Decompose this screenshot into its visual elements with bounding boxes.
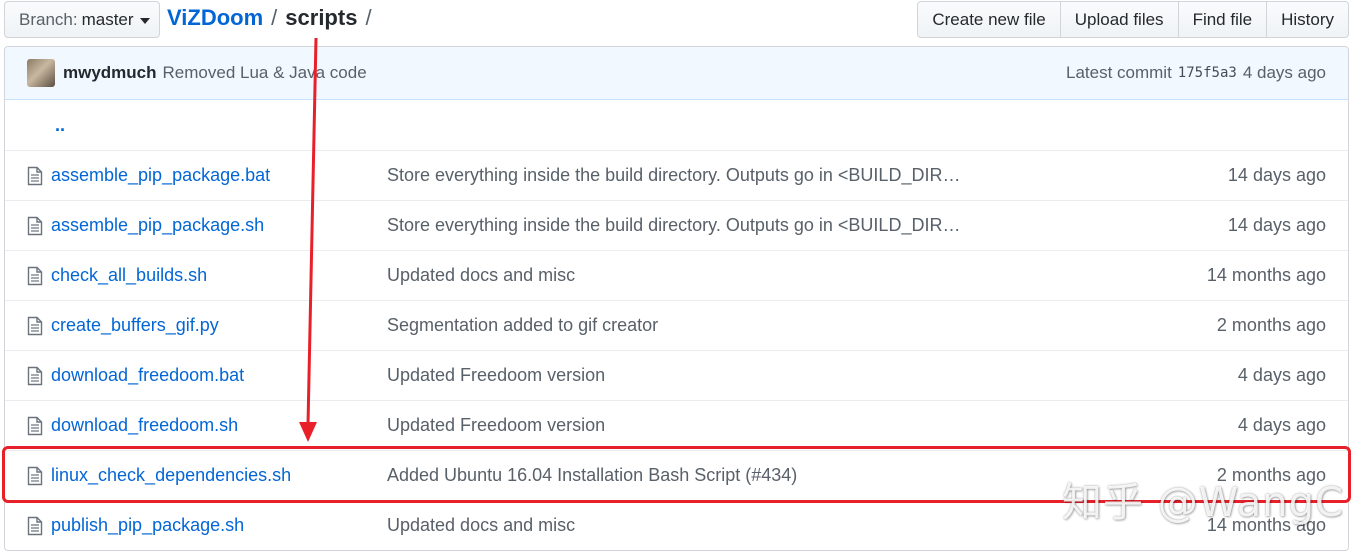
parent-directory-row: .. [5, 100, 1348, 150]
file-icon-cell [5, 516, 51, 536]
file-icon [27, 516, 43, 536]
latest-commit-bar: mwydmuch Removed Lua & Java code Latest … [5, 47, 1348, 100]
find-file-button[interactable]: Find file [1177, 1, 1268, 38]
file-commit-message-link[interactable]: Updated docs and misc [387, 515, 1007, 536]
branch-name: master [81, 9, 134, 29]
file-icon-cell [5, 316, 51, 336]
file-age: 2 months ago [1216, 315, 1326, 335]
caret-down-icon [139, 17, 150, 24]
avatar[interactable] [27, 59, 55, 87]
file-commit-message-link[interactable]: Added Ubuntu 16.04 Installation Bash Scr… [387, 465, 1007, 486]
commit-author-link[interactable]: mwydmuch [63, 63, 157, 83]
file-name-link[interactable]: assemble_pip_package.sh [51, 215, 387, 236]
file-icon [27, 166, 43, 186]
commit-message-link[interactable]: Removed Lua & Java code [163, 63, 367, 83]
file-age: 14 months ago [1206, 515, 1326, 535]
file-name-link[interactable]: linux_check_dependencies.sh [51, 465, 387, 486]
branch-label: Branch: [19, 9, 78, 29]
file-age: 14 months ago [1206, 265, 1326, 285]
file-row: publish_pip_package.sh Updated docs and … [5, 500, 1348, 550]
breadcrumb-repo-link[interactable]: ViZDoom [167, 5, 263, 31]
file-row: check_all_builds.sh Updated docs and mis… [5, 250, 1348, 300]
file-icon [27, 266, 43, 286]
file-commit-message-link[interactable]: Updated docs and misc [387, 265, 1007, 286]
create-new-file-button[interactable]: Create new file [917, 1, 1061, 38]
file-commit-message-link[interactable]: Updated Freedoom version [387, 365, 1007, 386]
file-navigation: Branch: master ViZDoom / scripts / Creat… [0, 0, 1357, 40]
file-row: assemble_pip_package.sh Store everything… [5, 200, 1348, 250]
file-row: download_freedoom.sh Updated Freedoom ve… [5, 400, 1348, 450]
history-button[interactable]: History [1266, 1, 1349, 38]
file-name-link[interactable]: publish_pip_package.sh [51, 515, 387, 536]
file-icon-cell [5, 266, 51, 286]
file-age: 2 months ago [1216, 465, 1326, 485]
file-icon-cell [5, 166, 51, 186]
file-name-link[interactable]: download_freedoom.sh [51, 415, 387, 436]
file-icon [27, 366, 43, 386]
file-name-link[interactable]: download_freedoom.bat [51, 365, 387, 386]
file-age: 4 days ago [1237, 365, 1326, 385]
commit-age: 4 days ago [1242, 63, 1326, 82]
file-name-link[interactable]: assemble_pip_package.bat [51, 165, 387, 186]
file-name-link[interactable]: check_all_builds.sh [51, 265, 387, 286]
file-commit-message-link[interactable]: Store everything inside the build direct… [387, 165, 1007, 186]
file-commit-message-link[interactable]: Segmentation added to gif creator [387, 315, 1007, 336]
latest-commit-info: Latest commit 175f5a3 4 days ago [1066, 63, 1326, 83]
file-row: download_freedoom.bat Updated Freedoom v… [5, 350, 1348, 400]
file-row: assemble_pip_package.bat Store everythin… [5, 150, 1348, 200]
file-icon-cell [5, 466, 51, 486]
file-age: 14 days ago [1227, 165, 1326, 185]
file-commit-message-link[interactable]: Store everything inside the build direct… [387, 215, 1007, 236]
parent-directory-link[interactable]: .. [55, 115, 65, 136]
file-name-link[interactable]: create_buffers_gif.py [51, 315, 387, 336]
file-icon-cell [5, 216, 51, 236]
breadcrumb-separator: / [365, 5, 372, 30]
file-commit-message-link[interactable]: Updated Freedoom version [387, 415, 1007, 436]
file-row: create_buffers_gif.py Segmentation added… [5, 300, 1348, 350]
branch-select-button[interactable]: Branch: master [4, 1, 160, 38]
upload-files-button[interactable]: Upload files [1059, 1, 1179, 38]
file-list: mwydmuch Removed Lua & Java code Latest … [4, 46, 1349, 551]
file-actions: Create new file Upload files Find file H… [917, 1, 1349, 38]
file-icon-cell [5, 366, 51, 386]
file-icon-cell [5, 416, 51, 436]
latest-commit-label: Latest commit [1065, 63, 1172, 82]
file-age: 4 days ago [1237, 415, 1326, 435]
file-icon [27, 216, 43, 236]
file-icon [27, 466, 43, 486]
breadcrumb-separator: / [271, 5, 278, 30]
file-icon [27, 316, 43, 336]
breadcrumb-current-dir: scripts [285, 5, 358, 30]
file-age: 14 days ago [1227, 215, 1326, 235]
commit-sha-link[interactable]: 175f5a3 [1178, 65, 1237, 81]
file-icon [27, 416, 43, 436]
breadcrumb: ViZDoom / scripts / [167, 5, 380, 31]
file-row: linux_check_dependencies.sh Added Ubuntu… [5, 450, 1348, 500]
